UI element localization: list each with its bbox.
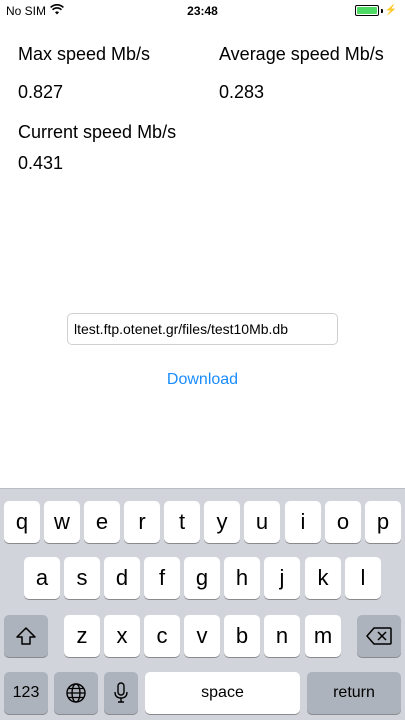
max-speed-value: 0.827 [18, 82, 64, 102]
key-e[interactable]: e [84, 501, 120, 543]
key-t[interactable]: t [164, 501, 200, 543]
key-x[interactable]: x [104, 615, 140, 657]
average-speed-value: 0.283 [219, 82, 265, 102]
key-b[interactable]: b [224, 615, 260, 657]
key-r[interactable]: r [124, 501, 160, 543]
key-o[interactable]: o [325, 501, 361, 543]
key-a[interactable]: a [24, 557, 60, 599]
key-i[interactable]: i [285, 501, 321, 543]
key-d[interactable]: d [104, 557, 140, 599]
current-speed-value: 0.431 [18, 153, 64, 173]
current-speed-label: Current speed Mb/s [18, 122, 177, 142]
keyboard: q w e r t y u i o p a s d f g h j k l z … [0, 488, 405, 720]
key-u[interactable]: u [244, 501, 280, 543]
key-y[interactable]: y [204, 501, 240, 543]
backspace-icon[interactable] [357, 615, 401, 657]
key-n[interactable]: n [264, 615, 300, 657]
status-time: 23:48 [187, 4, 218, 18]
key-f[interactable]: f [144, 557, 180, 599]
microphone-icon[interactable] [104, 672, 138, 714]
download-button[interactable]: Download [0, 371, 405, 389]
key-w[interactable]: w [44, 501, 80, 543]
key-q[interactable]: q [4, 501, 40, 543]
key-c[interactable]: c [144, 615, 180, 657]
globe-icon[interactable] [54, 672, 98, 714]
average-speed-label: Average speed Mb/s [219, 44, 384, 64]
shift-icon[interactable] [4, 615, 48, 657]
numbers-key[interactable]: 123 [4, 672, 48, 714]
key-m[interactable]: m [305, 615, 341, 657]
battery-charging-icon: ⚡ [354, 4, 397, 16]
key-j[interactable]: j [264, 557, 300, 599]
url-input[interactable] [67, 313, 338, 345]
key-g[interactable]: g [184, 557, 220, 599]
key-l[interactable]: l [345, 557, 381, 599]
key-h[interactable]: h [224, 557, 260, 599]
status-bar: No SIM 23:48 ⚡ [0, 0, 405, 22]
bolt-icon: ⚡ [384, 4, 397, 16]
return-key[interactable]: return [307, 672, 401, 714]
key-p[interactable]: p [365, 501, 401, 543]
key-s[interactable]: s [64, 557, 100, 599]
key-v[interactable]: v [184, 615, 220, 657]
max-speed-label: Max speed Mb/s [18, 44, 151, 64]
key-z[interactable]: z [64, 615, 100, 657]
key-k[interactable]: k [305, 557, 341, 599]
space-key[interactable]: space [145, 672, 300, 714]
